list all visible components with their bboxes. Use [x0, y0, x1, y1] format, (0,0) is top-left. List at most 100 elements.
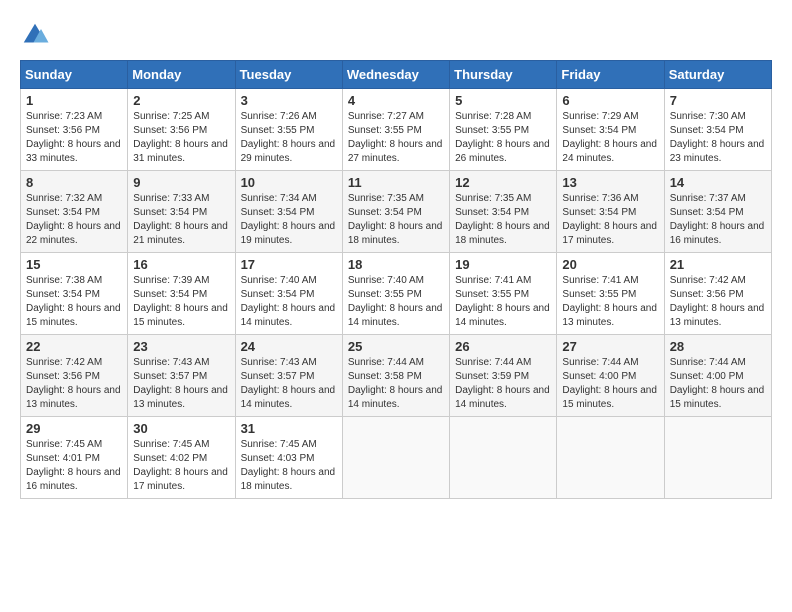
- day-number: 16: [133, 257, 229, 272]
- day-cell: 1 Sunrise: 7:23 AMSunset: 3:56 PMDaylight…: [21, 89, 128, 171]
- day-cell: 17Sunrise: 7:40 AMSunset: 3:54 PMDayligh…: [235, 253, 342, 335]
- day-number: 14: [670, 175, 766, 190]
- day-cell: 19Sunrise: 7:41 AMSunset: 3:55 PMDayligh…: [450, 253, 557, 335]
- page-header: [20, 20, 772, 50]
- day-info: Sunrise: 7:41 AMSunset: 3:55 PMDaylight:…: [562, 274, 658, 330]
- day-cell: 13 Sunrise: 7:36 AMSunset: 3:54 PMDayligh…: [557, 171, 664, 253]
- day-info: Sunrise: 7:32 AMSunset: 3:54 PMDaylight:…: [26, 192, 122, 248]
- day-cell: 3 Sunrise: 7:26 AMSunset: 3:55 PMDaylight…: [235, 89, 342, 171]
- day-info: Sunrise: 7:23 AMSunset: 3:56 PMDaylight:…: [26, 110, 122, 166]
- day-number: 25: [348, 339, 444, 354]
- day-info: Sunrise: 7:26 AMSunset: 3:55 PMDaylight:…: [241, 110, 337, 166]
- day-cell: 6Sunrise: 7:29 AMSunset: 3:54 PMDaylight…: [557, 89, 664, 171]
- day-number: 2: [133, 93, 229, 108]
- col-header-friday: Friday: [557, 61, 664, 89]
- day-number: 31: [241, 421, 337, 436]
- day-number: 12: [455, 175, 551, 190]
- week-row-2: 8Sunrise: 7:32 AMSunset: 3:54 PMDaylight…: [21, 171, 772, 253]
- day-cell: 14 Sunrise: 7:37 AMSunset: 3:54 PMDayligh…: [664, 171, 771, 253]
- day-cell: 12 Sunrise: 7:35 AMSunset: 3:54 PMDayligh…: [450, 171, 557, 253]
- day-info: Sunrise: 7:35 AMSunset: 3:54 PMDaylight:…: [348, 192, 444, 248]
- day-info: Sunrise: 7:43 AMSunset: 3:57 PMDaylight:…: [133, 356, 229, 412]
- day-number: 6: [562, 93, 658, 108]
- day-cell: 2 Sunrise: 7:25 AMSunset: 3:56 PMDaylight…: [128, 89, 235, 171]
- day-info: Sunrise: 7:45 AMSunset: 4:03 PMDaylight:…: [241, 438, 337, 494]
- day-info: Sunrise: 7:33 AMSunset: 3:54 PMDaylight:…: [133, 192, 229, 248]
- week-row-5: 29Sunrise: 7:45 AMSunset: 4:01 PMDayligh…: [21, 417, 772, 499]
- day-number: 30: [133, 421, 229, 436]
- day-cell: [557, 417, 664, 499]
- day-cell: 20 Sunrise: 7:41 AMSunset: 3:55 PMDayligh…: [557, 253, 664, 335]
- day-info: Sunrise: 7:34 AMSunset: 3:54 PMDaylight:…: [241, 192, 337, 248]
- day-cell: 26 Sunrise: 7:44 AMSunset: 3:59 PMDayligh…: [450, 335, 557, 417]
- day-cell: 9 Sunrise: 7:33 AMSunset: 3:54 PMDaylight…: [128, 171, 235, 253]
- col-header-tuesday: Tuesday: [235, 61, 342, 89]
- day-info: Sunrise: 7:30 AMSunset: 3:54 PMDaylight:…: [670, 110, 766, 166]
- day-number: 4: [348, 93, 444, 108]
- col-header-monday: Monday: [128, 61, 235, 89]
- col-header-thursday: Thursday: [450, 61, 557, 89]
- day-info: Sunrise: 7:37 AMSunset: 3:54 PMDaylight:…: [670, 192, 766, 248]
- day-number: 13: [562, 175, 658, 190]
- col-header-wednesday: Wednesday: [342, 61, 449, 89]
- day-info: Sunrise: 7:42 AMSunset: 3:56 PMDaylight:…: [670, 274, 766, 330]
- day-number: 11: [348, 175, 444, 190]
- day-info: Sunrise: 7:27 AMSunset: 3:55 PMDaylight:…: [348, 110, 444, 166]
- day-info: Sunrise: 7:44 AMSunset: 3:58 PMDaylight:…: [348, 356, 444, 412]
- day-number: 3: [241, 93, 337, 108]
- day-number: 1: [26, 93, 122, 108]
- day-info: Sunrise: 7:38 AMSunset: 3:54 PMDaylight:…: [26, 274, 122, 330]
- day-info: Sunrise: 7:35 AMSunset: 3:54 PMDaylight:…: [455, 192, 551, 248]
- day-cell: 25 Sunrise: 7:44 AMSunset: 3:58 PMDayligh…: [342, 335, 449, 417]
- day-cell: [664, 417, 771, 499]
- day-cell: 30 Sunrise: 7:45 AMSunset: 4:02 PMDayligh…: [128, 417, 235, 499]
- day-cell: 8Sunrise: 7:32 AMSunset: 3:54 PMDaylight…: [21, 171, 128, 253]
- day-cell: 11 Sunrise: 7:35 AMSunset: 3:54 PMDayligh…: [342, 171, 449, 253]
- day-number: 20: [562, 257, 658, 272]
- day-cell: [342, 417, 449, 499]
- day-number: 29: [26, 421, 122, 436]
- day-info: Sunrise: 7:44 AMSunset: 3:59 PMDaylight:…: [455, 356, 551, 412]
- logo: [20, 20, 54, 50]
- day-info: Sunrise: 7:40 AMSunset: 3:55 PMDaylight:…: [348, 274, 444, 330]
- day-cell: 4 Sunrise: 7:27 AMSunset: 3:55 PMDaylight…: [342, 89, 449, 171]
- day-cell: 18 Sunrise: 7:40 AMSunset: 3:55 PMDayligh…: [342, 253, 449, 335]
- day-cell: 5Sunrise: 7:28 AMSunset: 3:55 PMDaylight…: [450, 89, 557, 171]
- day-number: 10: [241, 175, 337, 190]
- day-number: 26: [455, 339, 551, 354]
- day-info: Sunrise: 7:44 AMSunset: 4:00 PMDaylight:…: [562, 356, 658, 412]
- day-cell: 15 Sunrise: 7:38 AMSunset: 3:54 PMDayligh…: [21, 253, 128, 335]
- day-number: 28: [670, 339, 766, 354]
- day-number: 18: [348, 257, 444, 272]
- calendar-table: SundayMondayTuesdayWednesdayThursdayFrid…: [20, 60, 772, 499]
- day-info: Sunrise: 7:25 AMSunset: 3:56 PMDaylight:…: [133, 110, 229, 166]
- day-cell: 28 Sunrise: 7:44 AMSunset: 4:00 PMDayligh…: [664, 335, 771, 417]
- day-number: 24: [241, 339, 337, 354]
- day-number: 27: [562, 339, 658, 354]
- day-info: Sunrise: 7:43 AMSunset: 3:57 PMDaylight:…: [241, 356, 337, 412]
- day-cell: 27 Sunrise: 7:44 AMSunset: 4:00 PMDayligh…: [557, 335, 664, 417]
- day-info: Sunrise: 7:41 AMSunset: 3:55 PMDaylight:…: [455, 274, 551, 330]
- week-row-3: 15 Sunrise: 7:38 AMSunset: 3:54 PMDayligh…: [21, 253, 772, 335]
- logo-icon: [20, 20, 50, 50]
- day-number: 15: [26, 257, 122, 272]
- day-number: 5: [455, 93, 551, 108]
- day-cell: 21Sunrise: 7:42 AMSunset: 3:56 PMDayligh…: [664, 253, 771, 335]
- day-number: 22: [26, 339, 122, 354]
- day-cell: 16 Sunrise: 7:39 AMSunset: 3:54 PMDayligh…: [128, 253, 235, 335]
- day-number: 17: [241, 257, 337, 272]
- day-info: Sunrise: 7:36 AMSunset: 3:54 PMDaylight:…: [562, 192, 658, 248]
- day-info: Sunrise: 7:39 AMSunset: 3:54 PMDaylight:…: [133, 274, 229, 330]
- day-info: Sunrise: 7:45 AMSunset: 4:02 PMDaylight:…: [133, 438, 229, 494]
- day-cell: 23Sunrise: 7:43 AMSunset: 3:57 PMDayligh…: [128, 335, 235, 417]
- day-cell: [450, 417, 557, 499]
- day-number: 9: [133, 175, 229, 190]
- day-info: Sunrise: 7:44 AMSunset: 4:00 PMDaylight:…: [670, 356, 766, 412]
- week-row-1: 1 Sunrise: 7:23 AMSunset: 3:56 PMDaylight…: [21, 89, 772, 171]
- col-header-sunday: Sunday: [21, 61, 128, 89]
- day-cell: 31 Sunrise: 7:45 AMSunset: 4:03 PMDayligh…: [235, 417, 342, 499]
- day-cell: 22 Sunrise: 7:42 AMSunset: 3:56 PMDayligh…: [21, 335, 128, 417]
- day-info: Sunrise: 7:42 AMSunset: 3:56 PMDaylight:…: [26, 356, 122, 412]
- week-row-4: 22 Sunrise: 7:42 AMSunset: 3:56 PMDayligh…: [21, 335, 772, 417]
- day-cell: 7Sunrise: 7:30 AMSunset: 3:54 PMDaylight…: [664, 89, 771, 171]
